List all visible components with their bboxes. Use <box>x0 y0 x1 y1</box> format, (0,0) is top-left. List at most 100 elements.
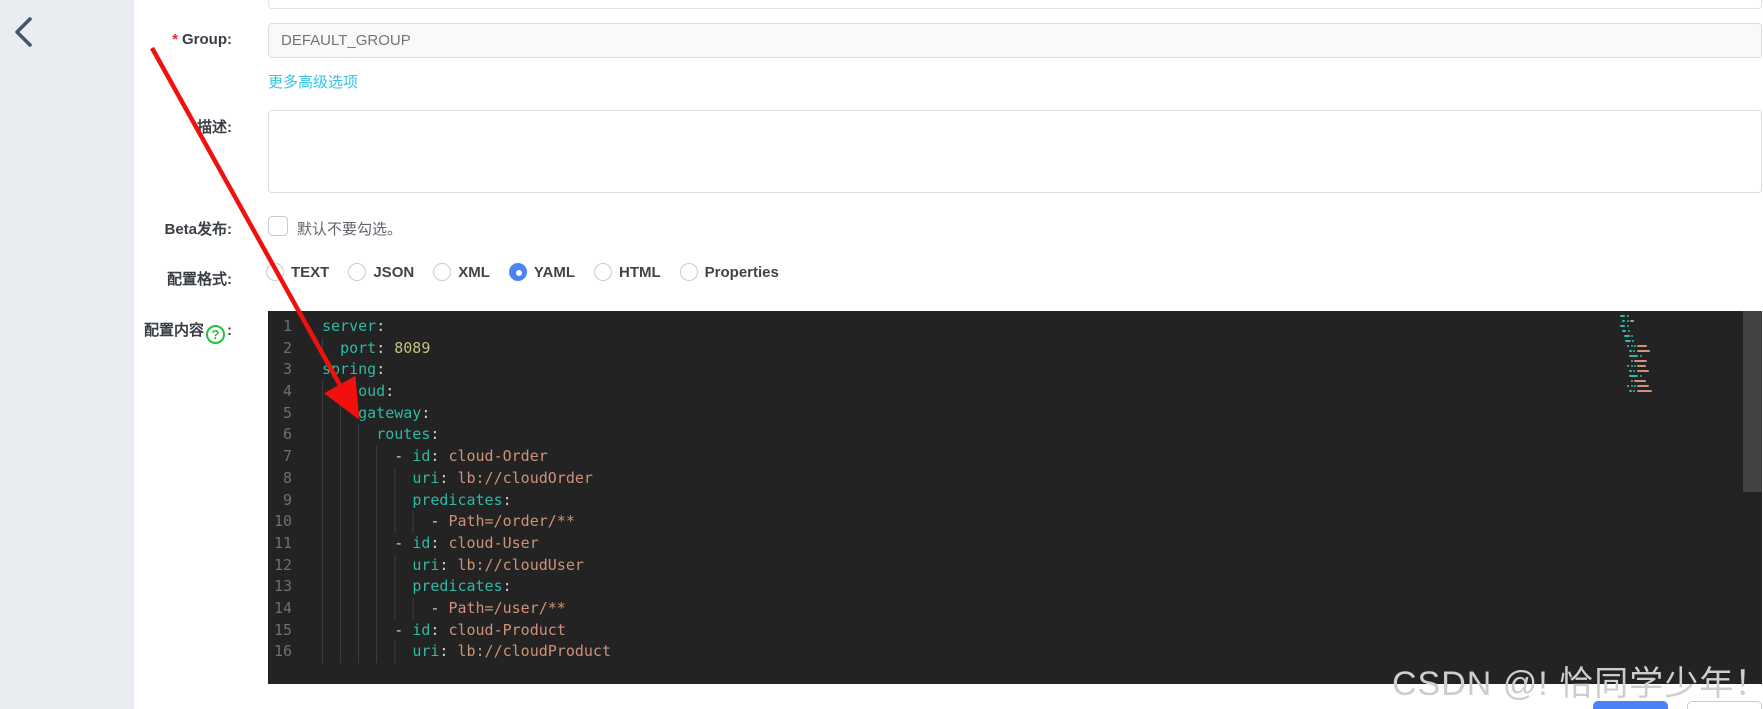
code-line: 11 - id: cloud-User <box>268 532 1728 555</box>
code-text: predicates: <box>322 489 512 512</box>
radio-label: Properties <box>704 263 779 281</box>
line-number: 2 <box>282 338 292 357</box>
radio-label: YAML <box>533 263 575 281</box>
code-line: 2 port: 8089 <box>268 337 1728 360</box>
minimap-mark <box>1633 385 1636 387</box>
minimap-mark <box>1630 380 1633 382</box>
help-question-icon[interactable]: ? <box>206 325 225 344</box>
minimap-mark <box>1633 350 1636 352</box>
minimap-mark <box>1634 380 1646 382</box>
minimap-mark <box>1629 390 1632 392</box>
line-number: 6 <box>282 425 292 444</box>
format-radio-properties[interactable]: Properties <box>679 263 779 281</box>
code-text: uri: lb://cloudProduct <box>322 641 611 663</box>
minimap-mark <box>1637 365 1647 367</box>
line-number: 14 <box>273 598 292 617</box>
format-radio-html[interactable]: HTML <box>594 263 661 281</box>
minimap-mark <box>1623 335 1630 337</box>
minimap-mark <box>1630 320 1634 322</box>
line-number: 15 <box>273 620 292 639</box>
code-line: 13 predicates: <box>268 576 1728 598</box>
minimap-mark <box>1633 345 1636 347</box>
code-line: 7 - id: cloud-Order <box>268 446 1728 468</box>
minimap-mark <box>1630 360 1633 362</box>
line-number: 11 <box>273 533 292 552</box>
description-textarea[interactable] <box>268 110 1762 193</box>
minimap-mark <box>1620 325 1626 327</box>
format-radio-yaml[interactable]: YAML <box>508 263 575 281</box>
code-text: cloud: <box>322 381 395 403</box>
code-line: 10 - Path=/order/** <box>268 511 1728 533</box>
minimap-mark <box>1637 385 1649 387</box>
code-text: uri: lb://cloudOrder <box>322 467 593 490</box>
data-id-input-partial[interactable] <box>268 0 1762 9</box>
minimap-mark <box>1633 370 1636 372</box>
radio-label: JSON <box>373 263 415 281</box>
radio-circle-icon[interactable] <box>679 263 698 281</box>
code-line: 1 server: <box>268 316 1728 338</box>
group-input[interactable] <box>268 23 1762 58</box>
minimap-mark <box>1637 345 1647 347</box>
code-line: 6 routes: <box>268 424 1728 447</box>
format-radio-json[interactable]: JSON <box>348 263 414 281</box>
code-text: gateway: <box>322 402 431 425</box>
left-sidebar <box>0 0 134 709</box>
minimap-mark <box>1631 335 1634 337</box>
minimap-mark <box>1629 355 1638 357</box>
minimap-mark <box>1627 345 1630 347</box>
radio-circle-icon[interactable] <box>594 263 612 281</box>
code-line: 3 spring: <box>268 359 1728 381</box>
line-number: 8 <box>282 468 292 487</box>
code-text: - id: cloud-Order <box>322 446 548 468</box>
radio-circle-icon[interactable] <box>266 263 284 281</box>
minimap-mark <box>1629 370 1632 372</box>
code-text: port: 8089 <box>322 337 431 360</box>
minimap-mark <box>1620 315 1626 317</box>
line-number: 7 <box>282 447 292 466</box>
radio-circle-icon[interactable] <box>433 263 452 281</box>
minimap-mark <box>1629 350 1632 352</box>
beta-label: Beta发布: <box>164 221 232 238</box>
editor-scrollbar-thumb[interactable] <box>1743 311 1762 492</box>
line-number: 16 <box>273 642 292 661</box>
code-area: 1 server: 2 port: 8089 3 spring: 4 cloud: 5 ga… <box>268 316 1728 663</box>
minimap-mark <box>1627 330 1630 332</box>
minimap-mark <box>1633 365 1636 367</box>
minimap-mark <box>1626 320 1629 322</box>
line-number: 12 <box>273 555 292 574</box>
minimap-mark <box>1627 365 1630 367</box>
code-line: 15 - id: cloud-Product <box>268 619 1728 642</box>
code-line: 5 gateway: <box>268 402 1728 425</box>
beta-hint: 默认不要勾选。 <box>297 221 403 238</box>
minimap-mark <box>1636 390 1652 392</box>
format-radio-group: TEXT JSON XML YAML HTML Properties <box>266 263 779 281</box>
minimap-mark <box>1630 345 1633 347</box>
code-text: uri: lb://cloudUser <box>322 554 584 577</box>
radio-circle-icon[interactable] <box>348 263 367 281</box>
csdn-watermark: CSDN @! 恰同学少年！ <box>1392 665 1763 703</box>
code-text: - id: cloud-Product <box>322 619 566 642</box>
line-number: 1 <box>282 317 292 335</box>
format-radio-text[interactable]: TEXT <box>266 263 329 281</box>
code-text: routes: <box>322 424 440 447</box>
minimap-mark <box>1626 325 1629 327</box>
code-line: 14 - Path=/user/** <box>268 597 1728 620</box>
line-number: 5 <box>282 403 292 422</box>
format-label: 配置格式: <box>167 271 232 288</box>
config-content-editor[interactable]: 1 server: 2 port: 8089 3 spring: 4 cloud: 5 ga… <box>268 311 1762 684</box>
minimap-mark <box>1634 360 1647 362</box>
content-label: 配置内容?: <box>143 322 232 344</box>
beta-checkbox[interactable] <box>268 216 288 236</box>
minimap-mark <box>1636 370 1650 372</box>
minimap-mark <box>1625 340 1631 342</box>
line-number: 3 <box>282 360 292 379</box>
radio-label: TEXT <box>291 263 330 281</box>
minimap-mark <box>1636 350 1650 352</box>
format-radio-xml[interactable]: XML <box>433 263 490 281</box>
minimap-mark <box>1632 340 1635 342</box>
required-asterisk: * <box>172 31 178 48</box>
description-label: 描述: <box>197 119 232 136</box>
radio-circle-icon[interactable] <box>508 263 527 281</box>
minimap-mark <box>1627 385 1630 387</box>
more-advanced-options-link[interactable]: 更多高级选项 <box>268 71 358 92</box>
